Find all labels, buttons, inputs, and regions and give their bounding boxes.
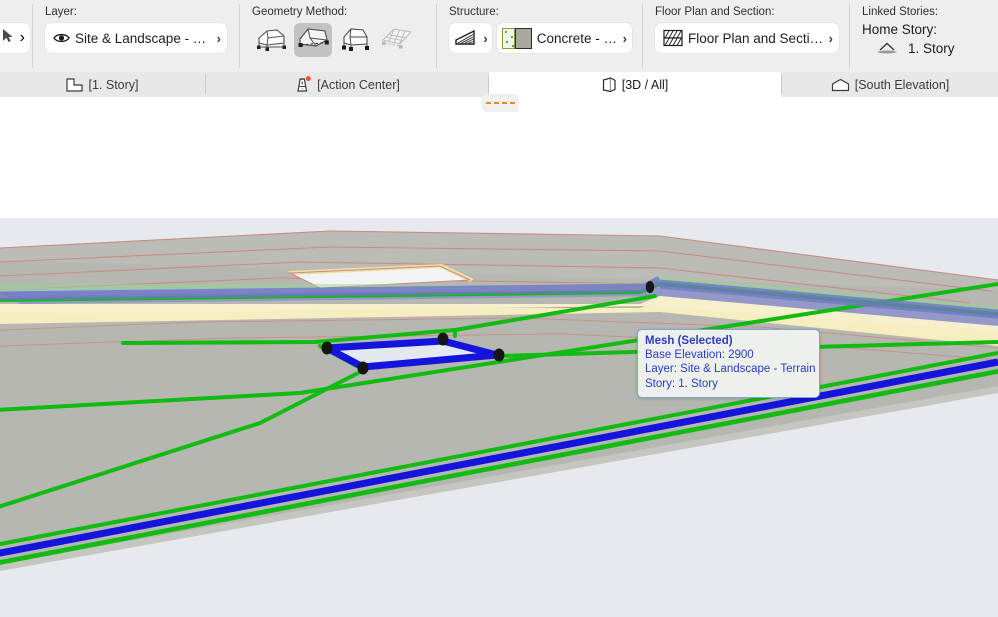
mesh-vertex-node[interactable] xyxy=(493,348,505,362)
structure-material-value: Concrete - St... xyxy=(536,30,619,46)
tooltip-base-elevation: Base Elevation: 2900 xyxy=(645,349,754,362)
action-center-icon xyxy=(294,76,312,93)
mesh-rectangular-icon xyxy=(296,25,330,56)
mesh-vertex-node[interactable] xyxy=(645,281,655,293)
dashed-line-icon xyxy=(486,102,515,104)
toolbar-group-geometry-method: Geometry Method: xyxy=(240,0,436,72)
mesh-structure-icon xyxy=(454,29,478,47)
mesh-polygonal-icon xyxy=(254,25,288,56)
floor-plan-and-section-value: Floor Plan and Section... xyxy=(688,30,825,46)
element-info-tooltip: Mesh (Selected) Base Elevation: 2900 Lay… xyxy=(637,329,820,398)
concrete-composite-swatch xyxy=(501,27,532,49)
empty-canvas-area xyxy=(0,97,998,218)
tool-chevron-icon[interactable]: › xyxy=(20,29,25,47)
tab-action-center-label: [Action Center] xyxy=(317,77,400,92)
tooltip-story: Story: 1. Story xyxy=(645,377,718,390)
tab-1-story[interactable]: [1. Story] xyxy=(0,72,205,97)
tab-1-story-label: [1. Story] xyxy=(88,77,139,92)
dashed-line-marker[interactable] xyxy=(482,94,519,112)
linked-stories-label: Linked Stories: xyxy=(862,6,939,18)
info-box-toolbar: . › Layer: xyxy=(0,0,998,72)
tab-action-center[interactable]: [Action Center] xyxy=(206,72,488,97)
structure-chevron-icon[interactable]: › xyxy=(619,31,627,46)
structure-type-button[interactable]: › xyxy=(449,23,492,53)
floor-plan-and-section-chevron-icon[interactable]: › xyxy=(825,31,833,46)
home-story-value: 1. Story xyxy=(908,40,955,56)
floor-plan-section-icon xyxy=(663,29,683,47)
toolbar-group-linked-stories: Linked Stories: Home Story: 1. Story xyxy=(850,0,998,72)
geometry-method-rectangular-button[interactable] xyxy=(294,23,332,57)
geometry-method-grid-button[interactable] xyxy=(378,23,416,57)
tab-3d-all[interactable]: [3D / All] xyxy=(489,72,781,97)
tab-3d-all-label: [3D / All] xyxy=(621,77,669,92)
tab-south-elevation[interactable]: [South Elevation] xyxy=(782,72,998,97)
home-story-icon xyxy=(874,40,900,56)
structure-type-chevron-icon[interactable]: › xyxy=(479,31,487,46)
tooltip-layer: Layer: Site & Landscape - Terrain xyxy=(645,363,816,376)
mesh-vertex-node[interactable] xyxy=(437,332,449,346)
floor-plan-and-section-label: Floor Plan and Section: xyxy=(655,6,775,18)
geometry-method-rotated-rectangle-button[interactable] xyxy=(336,23,374,57)
home-story-label: Home Story: xyxy=(862,22,938,37)
geometry-method-label: Geometry Method: xyxy=(252,6,348,18)
active-tool-button[interactable]: › xyxy=(0,23,30,53)
mesh-vertex-node[interactable] xyxy=(321,341,333,355)
structure-material-field[interactable]: Concrete - St... › xyxy=(496,23,632,53)
tab-south-elevation-label: [South Elevation] xyxy=(854,77,950,92)
toolbar-group-structure: Structure: › Concrete - St... › xyxy=(437,0,642,72)
application-window: . › Layer: xyxy=(0,0,998,617)
floor-plan-icon xyxy=(66,77,84,92)
toolbar-group-layer: Layer: Site & Landscape - Terrain › xyxy=(33,0,239,72)
arrow-tool-icon xyxy=(2,28,15,48)
mesh-vertex-node[interactable] xyxy=(357,361,369,375)
geometry-method-polygonal-button[interactable] xyxy=(252,23,290,57)
3d-terrain-viewport[interactable] xyxy=(0,218,998,617)
toolbar-group-floor-plan-and-section: Floor Plan and Section: Floor Plan and S… xyxy=(643,0,849,72)
mesh-rotated-rectangle-icon xyxy=(338,25,372,56)
cube-3d-icon xyxy=(602,76,617,93)
mesh-grid-icon xyxy=(380,25,414,56)
toolbar-group-tool: . › xyxy=(0,0,32,72)
tooltip-title: Mesh (Selected) xyxy=(645,335,733,347)
layer-field[interactable]: Site & Landscape - Terrain › xyxy=(45,23,227,53)
structure-label: Structure: xyxy=(449,6,499,18)
layer-chevron-icon[interactable]: › xyxy=(213,31,221,46)
eye-icon xyxy=(53,32,70,44)
elevation-icon xyxy=(831,78,850,92)
layer-value: Site & Landscape - Terrain xyxy=(75,30,213,46)
terrain-mesh-render xyxy=(0,230,998,617)
layer-label: Layer: xyxy=(45,6,77,18)
floor-plan-and-section-field[interactable]: Floor Plan and Section... › xyxy=(655,23,839,53)
